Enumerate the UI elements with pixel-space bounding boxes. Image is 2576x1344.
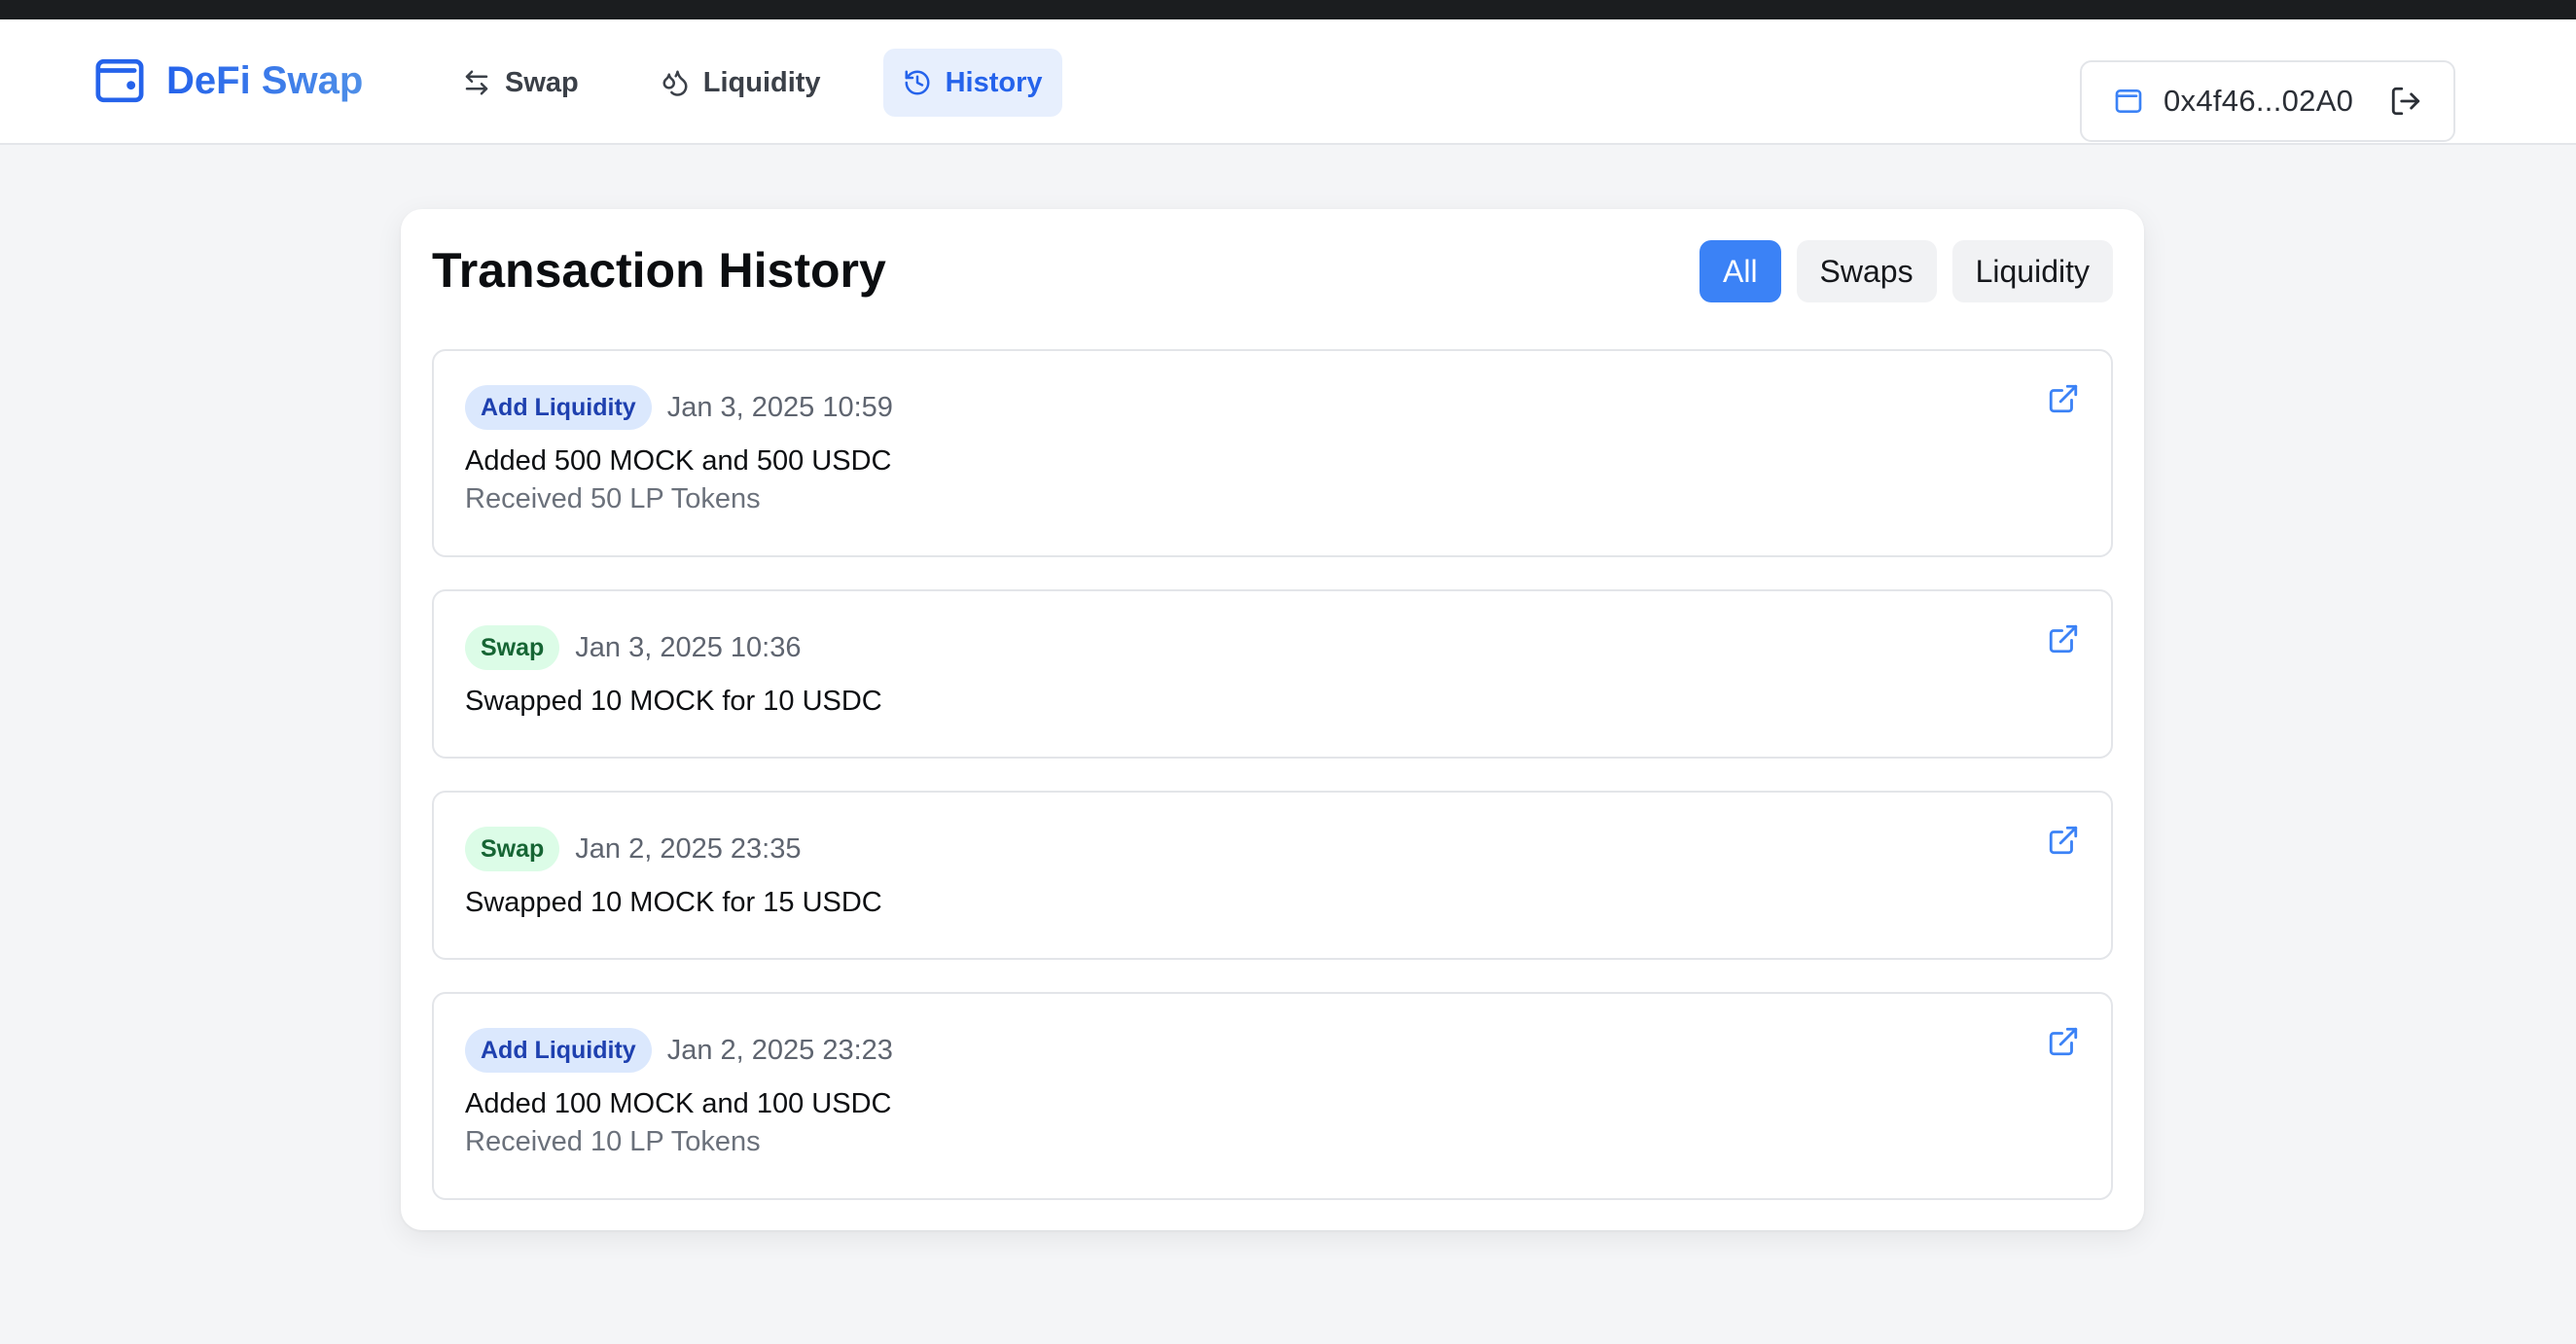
filter-liquidity[interactable]: Liquidity — [1951, 240, 2113, 302]
tx-type-badge: Add Liquidity — [465, 1028, 652, 1073]
tx-description: Added 500 MOCK and 500 USDC — [465, 445, 892, 477]
tx-detail: Received 10 LP Tokens — [465, 1126, 761, 1157]
tx-date: Jan 2, 2025 23:23 — [666, 1034, 893, 1066]
top-navbar: DeFi Swap Swap Liquidity History 0x4f46.… — [0, 19, 2576, 145]
wallet-button[interactable]: 0x4f46...02A0 — [2080, 60, 2455, 142]
transaction-item: Add Liquidity Jan 2, 2025 23:23 Added 10… — [432, 992, 2113, 1200]
nav-history-label: History — [945, 66, 1043, 98]
filter-all[interactable]: All — [1699, 240, 1781, 302]
tx-description: Added 100 MOCK and 100 USDC — [465, 1088, 892, 1119]
nav-liquidity-label: Liquidity — [702, 66, 821, 98]
filter-swaps[interactable]: Swaps — [1796, 240, 1937, 302]
main-nav: Swap Liquidity History — [443, 49, 1062, 117]
wallet-icon — [95, 58, 144, 103]
history-icon — [905, 70, 930, 95]
brand[interactable]: DeFi Swap — [92, 53, 363, 109]
brand-name: DeFi Swap — [166, 58, 364, 102]
transaction-item: Swap Jan 3, 2025 10:36 Swapped 10 MOCK f… — [432, 589, 2113, 759]
droplets-icon — [662, 70, 688, 96]
browser-top-strip — [0, 0, 2576, 19]
logout-icon[interactable] — [2389, 85, 2422, 118]
external-link-icon[interactable] — [2047, 824, 2080, 857]
arrows-left-right-icon — [465, 70, 488, 95]
nav-swap[interactable]: Swap — [443, 49, 598, 117]
tx-type-badge: Swap — [465, 625, 560, 670]
tx-description: Swapped 10 MOCK for 15 USDC — [465, 887, 882, 918]
wallet-icon — [2113, 86, 2144, 117]
transaction-item: Add Liquidity Jan 3, 2025 10:59 Added 50… — [432, 349, 2113, 557]
external-link-icon[interactable] — [2047, 1025, 2080, 1058]
tx-type-badge: Add Liquidity — [465, 385, 652, 430]
page-title: Transaction History — [432, 243, 886, 298]
tx-type-badge: Swap — [465, 827, 560, 871]
transaction-history-card: Transaction History All Swaps Liquidity … — [401, 209, 2144, 1230]
nav-liquidity[interactable]: Liquidity — [641, 49, 841, 117]
external-link-icon[interactable] — [2047, 622, 2080, 655]
tx-date: Jan 3, 2025 10:59 — [666, 391, 893, 423]
nav-swap-label: Swap — [505, 66, 579, 98]
nav-history[interactable]: History — [882, 49, 1062, 117]
tx-description: Swapped 10 MOCK for 10 USDC — [465, 686, 882, 717]
tx-date: Jan 2, 2025 23:35 — [575, 832, 802, 865]
filter-tabs: All Swaps Liquidity — [1699, 240, 2113, 302]
external-link-icon[interactable] — [2047, 382, 2080, 415]
tx-detail: Received 50 LP Tokens — [465, 483, 761, 514]
transaction-item: Swap Jan 2, 2025 23:35 Swapped 10 MOCK f… — [432, 791, 2113, 960]
transaction-list: Add Liquidity Jan 3, 2025 10:59 Added 50… — [432, 349, 2113, 1200]
wallet-address: 0x4f46...02A0 — [2164, 84, 2354, 118]
tx-date: Jan 3, 2025 10:36 — [575, 631, 802, 663]
